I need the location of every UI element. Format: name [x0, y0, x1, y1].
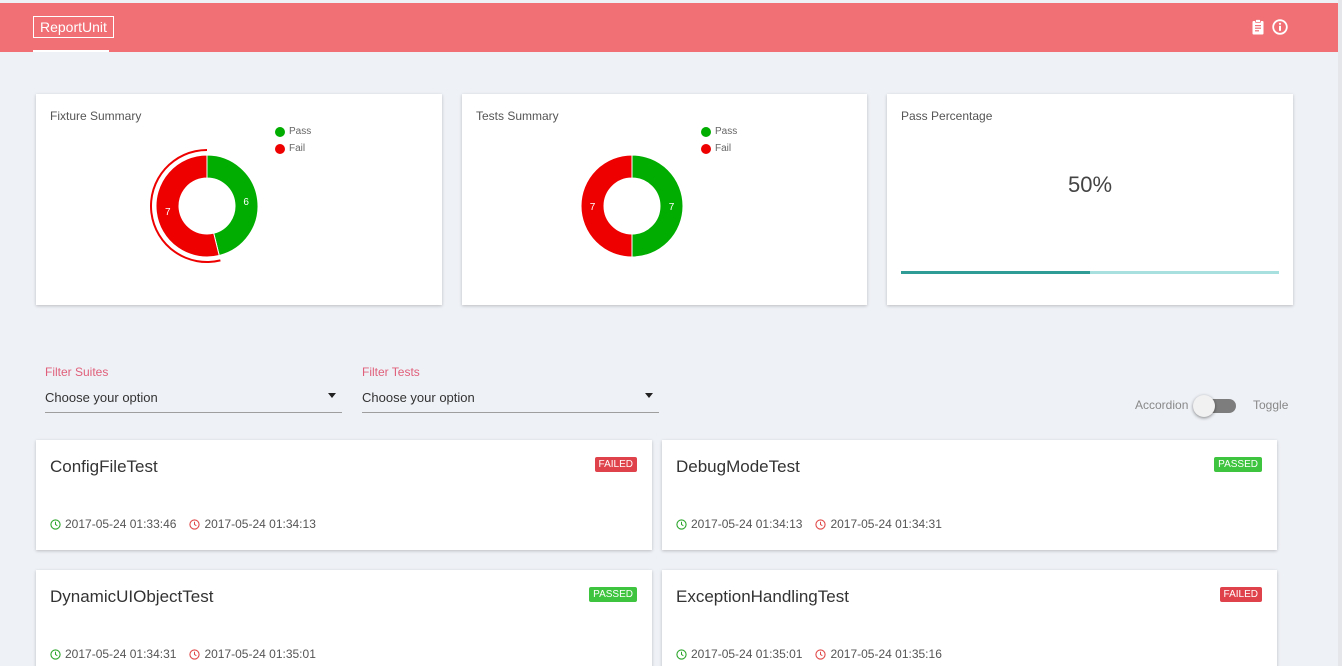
tests-summary-card: Tests Summary Pass Fail 77 [462, 94, 867, 305]
fail-dot-icon [275, 143, 285, 154]
pass-percentage-progress-fill [901, 271, 1090, 274]
end-time: 2017-05-24 01:34:31 [815, 517, 942, 531]
clock-end-icon [815, 518, 827, 530]
fail-count-label: 7 [165, 207, 171, 218]
clock-start-icon [50, 648, 61, 660]
clock-end-icon [189, 518, 201, 530]
test-name: DebugModeTest [676, 457, 800, 476]
test-name: DynamicUIObjectTest [50, 587, 214, 606]
legend-item-fail[interactable]: Fail [275, 140, 311, 157]
test-card[interactable]: DebugModeTest PASSED 2017-05-24 01:34:13… [662, 440, 1277, 550]
end-time-text: 2017-05-24 01:34:31 [830, 517, 942, 531]
clock-start-icon [50, 518, 61, 530]
end-time-text: 2017-05-24 01:34:13 [204, 517, 316, 531]
legend-label-pass: Pass [289, 126, 312, 137]
test-name: ConfigFileTest [50, 457, 158, 476]
filter-tests-label: Filter Tests [362, 365, 420, 379]
pass-percentage-title: Pass Percentage [901, 109, 993, 123]
start-time-text: 2017-05-24 01:34:31 [65, 647, 177, 661]
end-time: 2017-05-24 01:35:16 [815, 647, 942, 661]
pass-count-label: 7 [669, 202, 675, 213]
test-name: ExceptionHandlingTest [676, 587, 849, 606]
end-time: 2017-05-24 01:34:13 [189, 517, 316, 531]
fail-dot-icon [701, 143, 711, 154]
accordion-toggle-switch-knob[interactable] [1193, 395, 1215, 417]
pass-percentage-value: 50% [1067, 172, 1113, 197]
clock-end-icon [189, 648, 201, 660]
legend-item-pass[interactable]: Pass [275, 123, 311, 140]
brand-active-indicator [33, 50, 109, 52]
end-time-text: 2017-05-24 01:35:01 [204, 647, 316, 661]
filter-suites-label: Filter Suites [45, 365, 109, 379]
fixture-summary-legend: Pass Fail [275, 123, 311, 157]
test-times: 2017-05-24 01:34:31 2017-05-24 01:35:01 [50, 647, 329, 661]
filter-suites-select[interactable]: Choose your option [45, 383, 342, 413]
fail-count-label: 7 [590, 202, 596, 213]
pass-slice[interactable] [631, 154, 684, 258]
info-icon[interactable] [1272, 19, 1288, 35]
pass-dot-icon [701, 126, 711, 137]
start-time: 2017-05-24 01:33:46 [50, 517, 176, 531]
tests-summary-donut-chart: 77 [580, 154, 684, 258]
switch-label-accordion: Accordion [1135, 398, 1189, 412]
legend-item-fail[interactable]: Fail [701, 140, 737, 157]
status-badge: FAILED [1219, 587, 1262, 602]
legend-item-pass[interactable]: Pass [701, 123, 737, 140]
legend-label-fail: Fail [289, 143, 306, 154]
fixture-summary-title: Fixture Summary [50, 109, 142, 123]
end-time: 2017-05-24 01:35:01 [189, 647, 316, 661]
test-times: 2017-05-24 01:34:13 2017-05-24 01:34:31 [676, 517, 955, 531]
fixture-summary-card: Fixture Summary Pass Fail 67 [36, 94, 442, 305]
top-navbar: ReportUnit [0, 3, 1338, 52]
fail-slice[interactable] [580, 154, 633, 258]
filter-tests-select[interactable]: Choose your option [362, 383, 659, 413]
caret-down-icon [645, 393, 653, 398]
pass-percentage-card: Pass Percentage 50% [887, 94, 1293, 305]
test-times: 2017-05-24 01:35:01 2017-05-24 01:35:16 [676, 647, 955, 661]
pass-percentage-progress-bar [901, 271, 1279, 274]
test-card[interactable]: ConfigFileTest FAILED 2017-05-24 01:33:4… [36, 440, 652, 550]
start-time-text: 2017-05-24 01:35:01 [691, 647, 803, 661]
status-badge: PASSED [589, 587, 637, 602]
page-scrollbar[interactable] [1338, 0, 1342, 666]
legend-label-pass: Pass [715, 126, 738, 137]
tests-summary-title: Tests Summary [476, 109, 559, 123]
clock-start-icon [676, 518, 687, 530]
legend-label-fail: Fail [715, 143, 732, 154]
start-time: 2017-05-24 01:35:01 [676, 647, 802, 661]
start-time-text: 2017-05-24 01:33:46 [65, 517, 177, 531]
caret-down-icon [328, 393, 336, 398]
switch-label-toggle: Toggle [1253, 398, 1289, 412]
end-time-text: 2017-05-24 01:35:16 [830, 647, 942, 661]
fixture-summary-donut-chart: 67 [149, 149, 259, 263]
status-badge: FAILED [594, 457, 637, 472]
start-time-text: 2017-05-24 01:34:13 [691, 517, 803, 531]
filter-tests-value: Choose your option [362, 390, 475, 405]
pass-dot-icon [275, 126, 285, 137]
pass-count-label: 6 [243, 197, 249, 208]
start-time: 2017-05-24 01:34:13 [676, 517, 802, 531]
start-time: 2017-05-24 01:34:31 [50, 647, 176, 661]
tests-summary-legend: Pass Fail [701, 123, 737, 157]
test-card[interactable]: DynamicUIObjectTest PASSED 2017-05-24 01… [36, 570, 652, 666]
status-badge: PASSED [1214, 457, 1262, 472]
brand-logo[interactable]: ReportUnit [33, 16, 114, 38]
test-card[interactable]: ExceptionHandlingTest FAILED 2017-05-24 … [662, 570, 1277, 666]
clock-start-icon [676, 648, 687, 660]
clipboard-icon[interactable] [1250, 19, 1266, 35]
filter-suites-value: Choose your option [45, 390, 158, 405]
test-times: 2017-05-24 01:33:46 2017-05-24 01:34:13 [50, 517, 329, 531]
clock-end-icon [815, 648, 827, 660]
